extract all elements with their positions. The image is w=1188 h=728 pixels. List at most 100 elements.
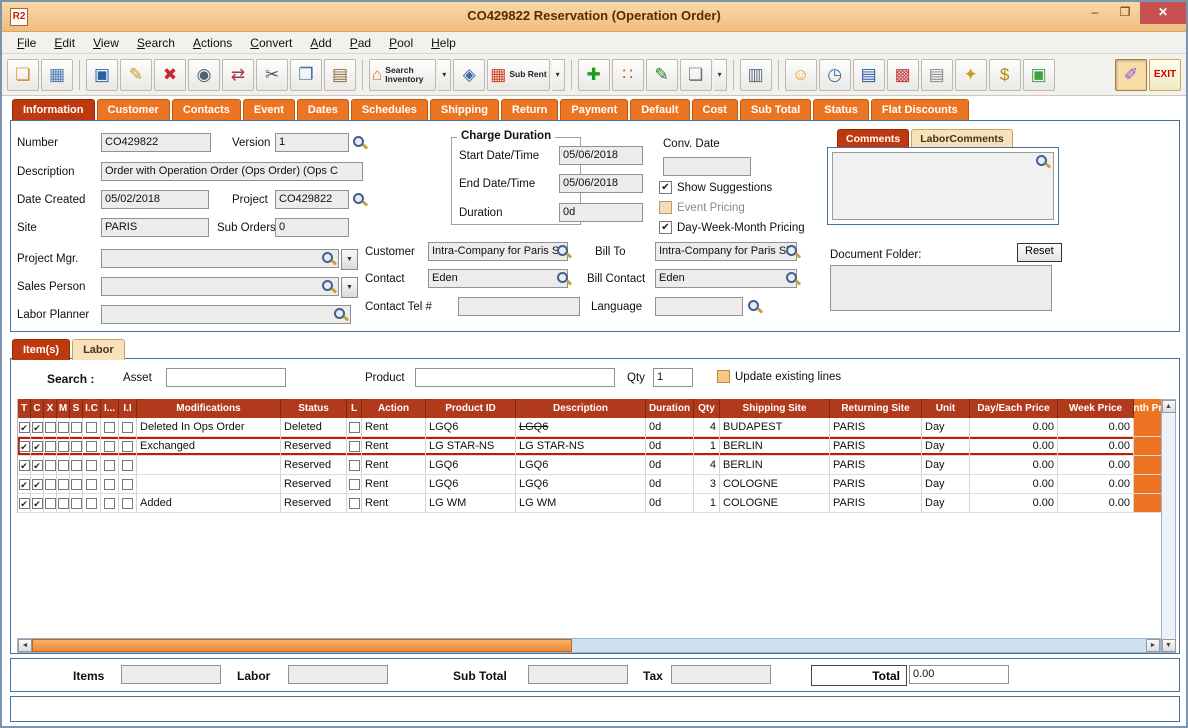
column-header-t[interactable]: T <box>18 399 31 418</box>
conv-date-field[interactable] <box>663 157 751 176</box>
catalog-button[interactable]: ▤ <box>852 58 885 91</box>
security-key-button[interactable]: ✦ <box>954 58 987 91</box>
cell-checkbox[interactable] <box>44 456 57 474</box>
cell-checkbox[interactable] <box>70 437 83 455</box>
cell-checkbox[interactable]: ✔ <box>18 456 31 474</box>
comments-textarea[interactable] <box>832 152 1054 220</box>
cell-checkbox[interactable] <box>101 494 119 512</box>
row-checkbox[interactable] <box>104 440 115 452</box>
row-checkbox[interactable] <box>57 478 69 490</box>
layouts-button[interactable]: ❏ <box>679 58 712 91</box>
column-header-week-price[interactable]: Week Price <box>1058 399 1134 418</box>
column-header-c[interactable]: C <box>31 399 44 418</box>
cell-checkbox[interactable] <box>119 456 137 474</box>
row-checkbox[interactable]: ✔ <box>31 459 43 471</box>
row-checkbox[interactable]: ✔ <box>18 440 30 452</box>
convert-copy-button[interactable]: ⇄ <box>222 58 254 91</box>
column-header-day-each-price[interactable]: Day/Each Price <box>970 399 1058 418</box>
column-header-product-id[interactable]: Product ID <box>426 399 516 418</box>
row-checkbox[interactable] <box>57 497 69 509</box>
cell-checkbox[interactable] <box>57 418 70 436</box>
table-row[interactable]: ✔ ✔ Reserved Rent LGQ6 LGQ6 0d 4 BERLIN PARIS Day 0… <box>18 456 1162 475</box>
project-field[interactable]: CO429822 <box>275 190 349 209</box>
column-header-i-c[interactable]: I.C <box>83 399 101 418</box>
column-header-modifications[interactable]: Modifications <box>137 399 281 418</box>
labor-planner-search-icon[interactable] <box>333 307 348 322</box>
tab-flat-discounts[interactable]: Flat Discounts <box>870 99 969 120</box>
restore-button[interactable]: ❐ <box>1110 2 1140 24</box>
cell-checkbox[interactable] <box>347 494 362 512</box>
row-checkbox[interactable] <box>44 478 56 490</box>
table-row[interactable]: ✔ ✔ Reserved Rent LGQ6 LGQ6 0d 3 COLOGNE PARIS Day… <box>18 475 1162 494</box>
row-checkbox[interactable] <box>348 421 360 433</box>
cell-checkbox[interactable]: ✔ <box>18 494 31 512</box>
cell-checkbox[interactable] <box>119 475 137 493</box>
tab-default[interactable]: Default <box>630 99 690 120</box>
menu-actions[interactable]: Actions <box>184 32 241 54</box>
row-checkbox[interactable] <box>104 421 115 433</box>
tab-customer[interactable]: Customer <box>96 99 170 120</box>
project-mgr-search-icon[interactable] <box>321 251 336 266</box>
column-header-status[interactable]: Status <box>281 399 347 418</box>
cell-checkbox[interactable]: ✔ <box>31 456 44 474</box>
cell-checkbox[interactable]: ✔ <box>31 475 44 493</box>
cell-checkbox[interactable] <box>70 475 83 493</box>
document-folder-area[interactable] <box>830 265 1052 311</box>
tab-payment[interactable]: Payment <box>560 99 629 120</box>
bill-contact-search-icon[interactable] <box>785 271 800 286</box>
labor-planner-field[interactable] <box>101 305 351 324</box>
pool-view-button[interactable]: ◈ <box>453 58 486 91</box>
number-field[interactable]: CO429822 <box>101 133 211 152</box>
project-search-icon[interactable] <box>352 192 367 207</box>
cell-checkbox[interactable] <box>101 475 119 493</box>
cell-checkbox[interactable]: ✔ <box>18 475 31 493</box>
cell-checkbox[interactable] <box>70 494 83 512</box>
cell-checkbox[interactable] <box>119 494 137 512</box>
delete-button[interactable]: ✖ <box>154 58 186 91</box>
sub-orders-field[interactable]: 0 <box>275 218 349 237</box>
cell-checkbox[interactable] <box>101 418 119 436</box>
row-checkbox[interactable] <box>86 421 97 433</box>
row-checkbox[interactable]: ✔ <box>31 478 43 490</box>
column-header-i-[interactable]: I... <box>101 399 119 418</box>
row-checkbox[interactable] <box>86 459 97 471</box>
cell-checkbox[interactable] <box>83 437 101 455</box>
cell-checkbox[interactable]: ✔ <box>31 437 44 455</box>
edit-button[interactable]: ✎ <box>120 58 152 91</box>
cell-checkbox[interactable] <box>119 437 137 455</box>
column-header-unit[interactable]: Unit <box>922 399 970 418</box>
product-input[interactable] <box>415 368 615 387</box>
tab-return[interactable]: Return <box>500 99 559 120</box>
edit-notes-button[interactable]: ✎ <box>645 58 678 91</box>
row-checkbox[interactable] <box>70 421 82 433</box>
menu-search[interactable]: Search <box>128 32 184 54</box>
tab-information[interactable]: Information <box>12 99 95 120</box>
language-field[interactable] <box>655 297 743 316</box>
tab-event[interactable]: Event <box>242 99 295 120</box>
cell-checkbox[interactable] <box>44 437 57 455</box>
add-line-button[interactable]: ✚ <box>577 58 610 91</box>
availability-clock-button[interactable]: ◷ <box>818 58 851 91</box>
column-header-l[interactable]: L <box>347 399 362 418</box>
menu-pool[interactable]: Pool <box>380 32 422 54</box>
cell-checkbox[interactable] <box>347 437 362 455</box>
row-checkbox[interactable] <box>122 440 133 452</box>
row-checkbox[interactable]: ✔ <box>18 421 30 433</box>
row-checkbox[interactable] <box>70 459 82 471</box>
duration-field[interactable]: 0d <box>559 203 643 222</box>
column-header-duration[interactable]: Duration <box>646 399 694 418</box>
row-checkbox[interactable] <box>86 440 97 452</box>
vertical-scrollbar[interactable]: ▲ ▼ <box>1161 399 1176 653</box>
row-checkbox[interactable]: ✔ <box>31 497 43 509</box>
bill-to-search-icon[interactable] <box>785 244 800 259</box>
bill-to-field[interactable]: Intra-Company for Paris Sh <box>655 242 797 261</box>
tab-dates[interactable]: Dates <box>296 99 349 120</box>
contact-field[interactable]: Eden <box>428 269 568 288</box>
column-header-description[interactable]: Description <box>516 399 646 418</box>
cell-checkbox[interactable] <box>101 437 119 455</box>
qty-input[interactable]: 1 <box>653 368 693 387</box>
row-checkbox[interactable] <box>44 459 56 471</box>
batch-print-button[interactable]: ▥ <box>739 58 772 91</box>
options-button[interactable]: ∷ <box>611 58 644 91</box>
column-header-x[interactable]: X <box>44 399 57 418</box>
